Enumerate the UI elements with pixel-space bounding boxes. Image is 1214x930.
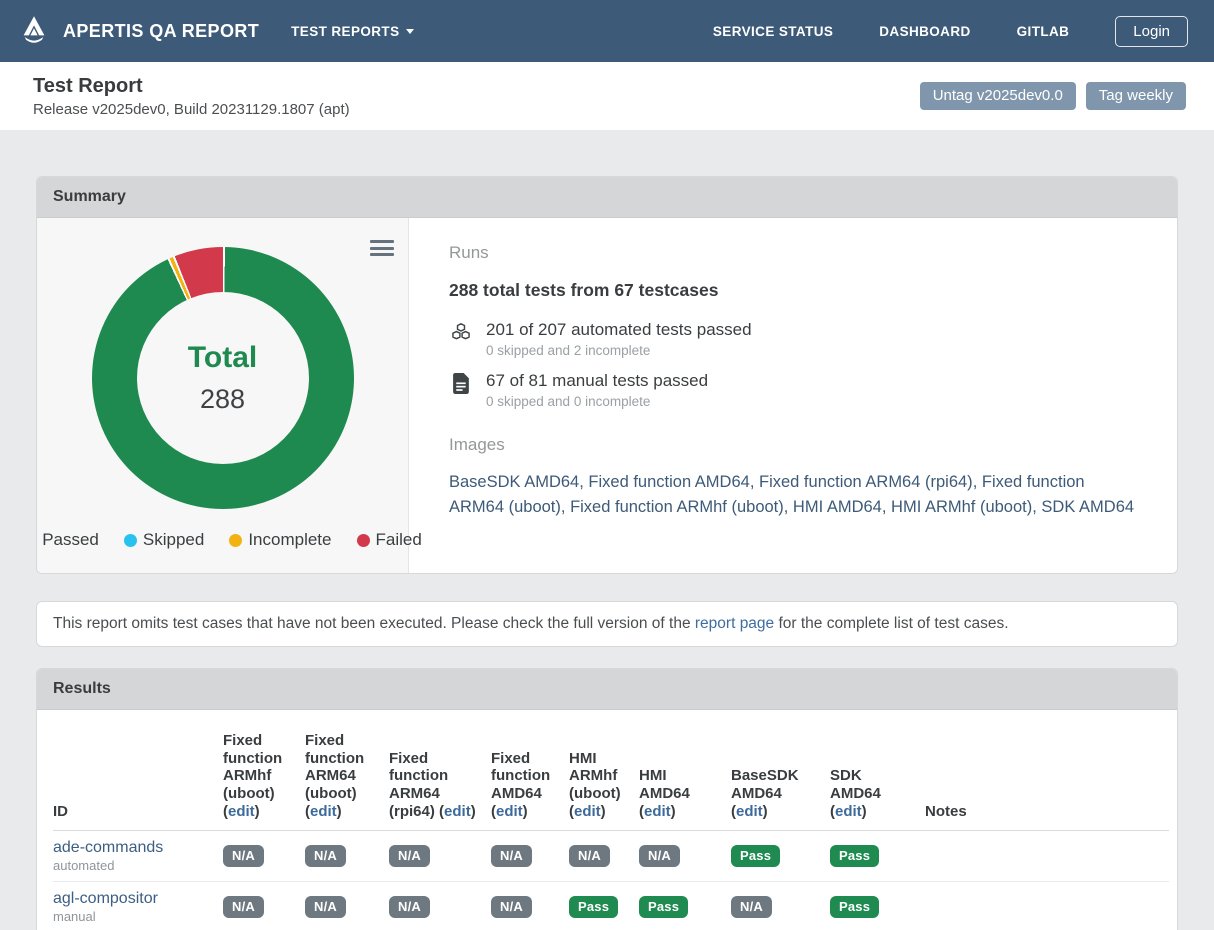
image-link[interactable]: Fixed function ARM64 (rpi64) xyxy=(759,473,982,491)
navbar: APERTIS QA REPORT TEST REPORTS SERVICE S… xyxy=(0,0,1214,62)
status-badge: N/A xyxy=(569,845,610,867)
status-badge: N/A xyxy=(639,845,680,867)
testcase-link[interactable]: ade-commands xyxy=(53,839,163,857)
testcase-type: manual xyxy=(53,909,223,924)
status-badge: N/A xyxy=(305,845,346,867)
cubes-icon xyxy=(449,320,473,358)
col-basesdk-amd64: BaseSDK AMD64 (edit) xyxy=(731,722,830,831)
legend-item-skipped[interactable]: Skipped xyxy=(124,530,204,550)
testcase-link[interactable]: agl-compositor xyxy=(53,890,158,908)
page-subtitle: Release v2025dev0, Build 20231129.1807 (… xyxy=(33,101,350,118)
edit-link[interactable]: edit xyxy=(228,803,255,820)
notes-cell xyxy=(925,882,1169,930)
results-card-title: Results xyxy=(37,669,1177,710)
image-link[interactable]: HMI ARMhf (uboot) xyxy=(891,498,1041,516)
status-badge: Pass xyxy=(830,845,879,867)
image-link[interactable]: BaseSDK AMD64 xyxy=(449,473,588,491)
edit-link[interactable]: edit xyxy=(496,803,523,820)
image-link[interactable]: HMI AMD64 xyxy=(793,498,891,516)
status-badge: N/A xyxy=(491,896,532,918)
edit-link[interactable]: edit xyxy=(444,803,471,820)
table-row: agl-compositor manual N/A N/A N/A N/A Pa… xyxy=(53,882,1169,930)
status-badge: N/A xyxy=(305,896,346,918)
results-header-row: ID Fixed function ARMhf (uboot) (edit) F… xyxy=(53,722,1169,831)
nav-menu-test-reports[interactable]: TEST REPORTS xyxy=(291,24,414,39)
manual-tests-stat: 67 of 81 manual tests passed 0 skipped a… xyxy=(449,371,1137,409)
legend-dot-failed xyxy=(357,534,370,547)
nav-link-gitlab[interactable]: GITLAB xyxy=(1017,24,1070,39)
runs-heading: Runs xyxy=(449,243,1137,263)
document-icon xyxy=(449,371,473,409)
legend-dot-incomplete xyxy=(229,534,242,547)
results-card: Results ID Fixed function ARMhf (uboot) … xyxy=(36,668,1178,930)
testcase-type: automated xyxy=(53,858,223,873)
notice-banner: This report omits test cases that have n… xyxy=(36,601,1178,647)
col-notes: Notes xyxy=(925,722,1169,831)
image-link[interactable]: Fixed function ARMhf (uboot) xyxy=(570,498,793,516)
edit-link[interactable]: edit xyxy=(574,803,601,820)
image-link[interactable]: Fixed function AMD64 xyxy=(588,473,759,491)
col-ff-arm64-uboot: Fixed function ARM64 (uboot) (edit) xyxy=(305,722,389,831)
brand[interactable]: APERTIS QA REPORT xyxy=(18,13,259,50)
chart-panel: Total 288 Passed Skipped Inco xyxy=(37,218,409,573)
status-badge: N/A xyxy=(731,896,772,918)
runs-total: 288 total tests from 67 testcases xyxy=(449,280,1137,301)
status-badge: N/A xyxy=(389,896,430,918)
table-row: ade-commands automated N/A N/A N/A N/A N… xyxy=(53,831,1169,882)
login-button[interactable]: Login xyxy=(1115,16,1188,47)
runs-panel: Runs 288 total tests from 67 testcases 2… xyxy=(409,218,1177,573)
legend-item-incomplete[interactable]: Incomplete xyxy=(229,530,331,550)
notes-cell xyxy=(925,831,1169,882)
summary-card: Summary Total 288 Passed xyxy=(36,176,1178,574)
col-hmi-amd64: HMI AMD64 (edit) xyxy=(639,722,731,831)
col-ff-armhf-uboot: Fixed function ARMhf (uboot) (edit) xyxy=(223,722,305,831)
chart-legend: Passed Skipped Incomplete Failed xyxy=(36,530,422,550)
automated-tests-stat: 201 of 207 automated tests passed 0 skip… xyxy=(449,320,1137,358)
status-badge: N/A xyxy=(491,845,532,867)
legend-item-passed[interactable]: Passed xyxy=(36,530,99,550)
image-link[interactable]: SDK AMD64 xyxy=(1041,498,1134,516)
images-heading: Images xyxy=(449,435,1137,455)
brand-title: APERTIS QA REPORT xyxy=(63,21,259,42)
chevron-down-icon xyxy=(406,29,414,34)
apertis-logo-icon xyxy=(18,13,50,50)
donut-center-value: 288 xyxy=(200,384,245,415)
edit-link[interactable]: edit xyxy=(644,803,671,820)
status-badge: N/A xyxy=(223,896,264,918)
status-badge: Pass xyxy=(639,896,688,918)
results-table: ID Fixed function ARMhf (uboot) (edit) F… xyxy=(53,722,1169,930)
col-hmi-armhf: HMI ARMhf (uboot) (edit) xyxy=(569,722,639,831)
tag-weekly-button[interactable]: Tag weekly xyxy=(1086,82,1186,110)
page-title: Test Report xyxy=(33,75,350,98)
summary-card-title: Summary xyxy=(37,177,1177,218)
nav-link-service-status[interactable]: SERVICE STATUS xyxy=(713,24,833,39)
status-badge: Pass xyxy=(569,896,618,918)
legend-dot-skipped xyxy=(124,534,137,547)
col-ff-amd64: Fixed function AMD64 (edit) xyxy=(491,722,569,831)
edit-link[interactable]: edit xyxy=(310,803,337,820)
subheader: Test Report Release v2025dev0, Build 202… xyxy=(0,62,1214,130)
edit-link[interactable]: edit xyxy=(736,803,763,820)
col-id: ID xyxy=(53,722,223,831)
report-page-link[interactable]: report page xyxy=(695,615,774,632)
edit-link[interactable]: edit xyxy=(835,803,862,820)
image-links: BaseSDK AMD64 Fixed function AMD64 Fixed… xyxy=(449,470,1137,520)
status-badge: N/A xyxy=(389,845,430,867)
status-badge: Pass xyxy=(731,845,780,867)
status-badge: N/A xyxy=(223,845,264,867)
untag-button[interactable]: Untag v2025dev0.0 xyxy=(920,82,1076,110)
legend-item-failed[interactable]: Failed xyxy=(357,530,422,550)
chart-menu-icon[interactable] xyxy=(370,240,394,260)
col-sdk-amd64: SDK AMD64 (edit) xyxy=(830,722,925,831)
donut-center-label: Total xyxy=(188,341,257,375)
status-badge: Pass xyxy=(830,896,879,918)
col-ff-arm64-rpi64: Fixed function ARM64 (rpi64) (edit) xyxy=(389,722,491,831)
nav-link-dashboard[interactable]: DASHBOARD xyxy=(879,24,970,39)
donut-chart[interactable]: Total 288 xyxy=(92,247,354,509)
